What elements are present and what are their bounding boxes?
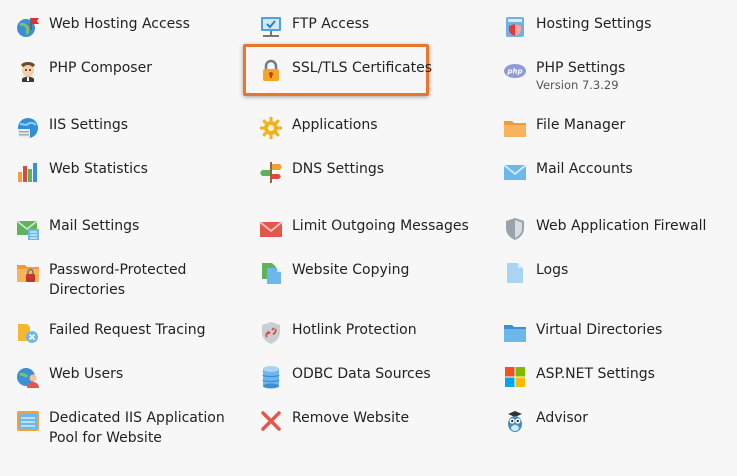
dns-settings-link[interactable]: DNS Settings bbox=[259, 159, 384, 184]
mail-settings-icon bbox=[16, 217, 40, 241]
remove-website-label: Remove Website bbox=[292, 410, 410, 426]
failed-request-tracing-link[interactable]: Failed Request Tracing bbox=[16, 320, 206, 345]
logs-label: Logs bbox=[536, 262, 569, 278]
dns-settings-label: DNS Settings bbox=[292, 161, 385, 177]
web-users-label: Web Users bbox=[49, 366, 124, 382]
advisor-label: Advisor bbox=[536, 410, 589, 426]
web-hosting-access-link[interactable]: Web Hosting Access bbox=[16, 14, 190, 39]
log-document-icon bbox=[503, 261, 527, 285]
aspnet-settings-label: ASP.NET Settings bbox=[536, 366, 655, 382]
locked-folder-icon bbox=[16, 261, 40, 285]
odbc-data-sources-link[interactable]: ODBC Data Sources bbox=[259, 364, 431, 389]
mail-settings-label: Mail Settings bbox=[49, 218, 140, 234]
php-composer-label: PHP Composer bbox=[49, 60, 152, 76]
dedicated-pool-label-line2: Pool for Website bbox=[49, 430, 162, 446]
website-copying-link[interactable]: Website Copying bbox=[259, 260, 409, 285]
failed-request-icon bbox=[16, 321, 40, 345]
iis-globe-icon bbox=[16, 116, 40, 140]
composer-conductor-icon bbox=[16, 59, 40, 83]
password-protected-label-line1: Password-Protected bbox=[49, 262, 187, 278]
mail-accounts-link[interactable]: Mail Accounts bbox=[503, 159, 633, 184]
owl-advisor-icon bbox=[503, 409, 527, 433]
gear-icon bbox=[259, 116, 283, 140]
signpost-icon bbox=[259, 160, 283, 184]
iis-settings-label: IIS Settings bbox=[49, 117, 129, 133]
web-users-icon bbox=[16, 365, 40, 389]
web-application-firewall-link[interactable]: Web Application Firewall bbox=[503, 216, 706, 241]
copy-pages-icon bbox=[259, 261, 283, 285]
virtual-directories-label: Virtual Directories bbox=[536, 322, 663, 338]
php-logo-icon: php bbox=[503, 59, 527, 83]
globe-flag-icon bbox=[16, 15, 40, 39]
php-composer-link[interactable]: PHP Composer bbox=[16, 58, 152, 83]
blue-folder-icon bbox=[503, 321, 527, 345]
ftp-access-link[interactable]: FTP Access bbox=[259, 14, 369, 39]
web-statistics-link[interactable]: Web Statistics bbox=[16, 159, 148, 184]
envelope-icon bbox=[503, 160, 527, 184]
website-copying-label: Website Copying bbox=[292, 262, 410, 278]
web-application-firewall-label: Web Application Firewall bbox=[536, 218, 707, 234]
hosting-settings-link[interactable]: Hosting Settings bbox=[503, 14, 651, 39]
password-protected-directories-link[interactable]: Password-Protected Directories bbox=[16, 260, 186, 300]
file-manager-label: File Manager bbox=[536, 117, 626, 133]
shield-icon bbox=[503, 217, 527, 241]
remove-website-link[interactable]: Remove Website bbox=[259, 408, 409, 433]
web-hosting-access-label: Web Hosting Access bbox=[49, 16, 190, 32]
web-users-link[interactable]: Web Users bbox=[16, 364, 123, 389]
php-settings-label: PHP Settings bbox=[536, 60, 626, 76]
applications-label: Applications bbox=[292, 117, 378, 133]
aspnet-settings-link[interactable]: ASP.NET Settings bbox=[503, 364, 655, 389]
mail-accounts-label: Mail Accounts bbox=[536, 161, 633, 177]
advisor-link[interactable]: Advisor bbox=[503, 408, 588, 433]
web-statistics-label: Web Statistics bbox=[49, 161, 148, 177]
hosting-settings-icon bbox=[503, 15, 527, 39]
hotlink-protection-label: Hotlink Protection bbox=[292, 322, 417, 338]
virtual-directories-link[interactable]: Virtual Directories bbox=[503, 320, 662, 345]
applications-link[interactable]: Applications bbox=[259, 115, 378, 140]
dedicated-pool-label-line1: Dedicated IIS Application bbox=[49, 410, 225, 426]
hotlink-shield-icon bbox=[259, 321, 283, 345]
odbc-data-sources-label: ODBC Data Sources bbox=[292, 366, 431, 382]
password-protected-label-line2: Directories bbox=[49, 282, 126, 298]
hosting-settings-label: Hosting Settings bbox=[536, 16, 652, 32]
logs-link[interactable]: Logs bbox=[503, 260, 568, 285]
folder-icon bbox=[503, 116, 527, 140]
padlock-icon bbox=[259, 59, 283, 83]
red-envelope-icon bbox=[259, 217, 283, 241]
limit-outgoing-messages-label: Limit Outgoing Messages bbox=[292, 218, 469, 234]
bar-chart-icon bbox=[16, 160, 40, 184]
windows-logo-icon bbox=[503, 365, 527, 389]
mail-settings-link[interactable]: Mail Settings bbox=[16, 216, 139, 241]
iis-settings-link[interactable]: IIS Settings bbox=[16, 115, 128, 140]
ssl-tls-certificates-label: SSL/TLS Certificates bbox=[292, 60, 432, 76]
limit-outgoing-messages-link[interactable]: Limit Outgoing Messages bbox=[259, 216, 469, 241]
failed-request-tracing-label: Failed Request Tracing bbox=[49, 322, 206, 338]
database-icon bbox=[259, 365, 283, 389]
ftp-access-label: FTP Access bbox=[292, 16, 370, 32]
file-manager-link[interactable]: File Manager bbox=[503, 115, 625, 140]
ssl-tls-certificates-link[interactable]: SSL/TLS Certificates bbox=[259, 58, 432, 83]
svg-text:php: php bbox=[506, 68, 522, 76]
php-version-text: Version 7.3.29 bbox=[536, 78, 619, 92]
dedicated-iis-pool-link[interactable]: Dedicated IIS Application Pool for Websi… bbox=[16, 408, 225, 448]
app-pool-icon bbox=[16, 409, 40, 433]
red-x-icon bbox=[259, 409, 283, 433]
hotlink-protection-link[interactable]: Hotlink Protection bbox=[259, 320, 417, 345]
ftp-monitor-icon bbox=[259, 15, 283, 39]
php-settings-link[interactable]: php PHP Settings Version 7.3.29 bbox=[503, 58, 625, 92]
